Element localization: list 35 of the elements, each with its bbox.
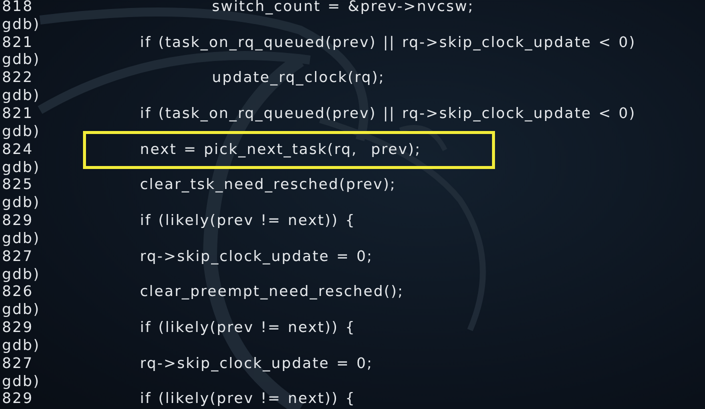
- gdb-prompt: gdb): [1, 266, 42, 283]
- line-number: 829: [1, 320, 34, 336]
- source-line: clear_preempt_need_resched();: [140, 284, 404, 300]
- gdb-prompt: gdb): [1, 124, 42, 140]
- source-line: rq->skip_clock_update = 0;: [140, 248, 373, 265]
- line-number: 818: [1, 0, 34, 15]
- gdb-prompt: gdb): [1, 16, 42, 33]
- line-number: 826: [1, 284, 34, 300]
- line-number: 821: [1, 106, 34, 122]
- source-line: if (task_on_rq_queued(prev) || rq->skip_clock_update < 0): [140, 34, 636, 51]
- gdb-prompt: gdb): [1, 230, 42, 247]
- source-line: if (task_on_rq_queued(prev) || rq->skip_clock_update < 0): [140, 106, 636, 122]
- line-number: 827: [1, 356, 34, 372]
- line-number: 827: [1, 248, 34, 265]
- line-number: 821: [1, 34, 34, 51]
- line-number: 825: [1, 177, 34, 194]
- line-number: 829: [1, 391, 34, 408]
- gdb-prompt: gdb): [1, 88, 42, 104]
- source-line: if (likely(prev != next)) {: [140, 320, 356, 336]
- gdb-prompt: gdb): [1, 374, 42, 390]
- gdb-prompt: gdb): [1, 338, 42, 354]
- source-line: rq->skip_clock_update = 0;: [140, 356, 373, 372]
- gdb-prompt: gdb): [1, 195, 42, 212]
- source-line: if (likely(prev != next)) {: [140, 213, 356, 230]
- source-line: if (likely(prev != next)) {: [140, 391, 356, 408]
- line-number: 822: [1, 70, 34, 86]
- source-line: switch_count = &prev->nvcsw;: [212, 0, 474, 15]
- source-line: next = pick_next_task(rq, prev);: [140, 142, 422, 158]
- line-number: 824: [1, 142, 34, 158]
- source-line: update_rq_clock(rq);: [212, 70, 385, 86]
- gdb-prompt: gdb): [1, 52, 42, 68]
- gdb-prompt: gdb): [1, 160, 42, 176]
- source-line: clear_tsk_need_resched(prev);: [140, 177, 396, 194]
- gdb-prompt: gdb): [1, 302, 42, 318]
- line-number: 829: [1, 213, 34, 230]
